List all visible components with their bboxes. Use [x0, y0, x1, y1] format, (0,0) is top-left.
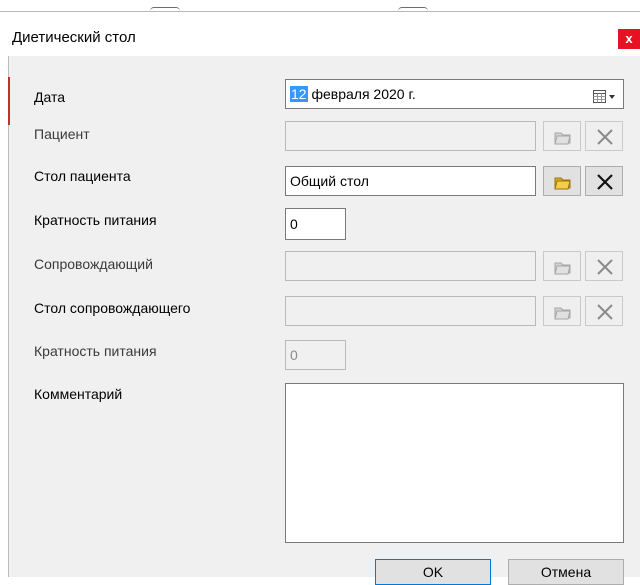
companion-field	[285, 251, 536, 281]
dialog-titlebar: Диетический стол x	[8, 20, 640, 56]
x-clear-icon	[597, 304, 613, 320]
calendar-dropdown-icon[interactable]	[592, 86, 620, 103]
folders-lookup-icon	[554, 262, 571, 275]
date-picker[interactable]: 12 февраля 2020 г.	[285, 79, 624, 109]
dialog-left-border	[8, 56, 9, 577]
comment-textarea[interactable]	[285, 383, 624, 543]
folders-lookup-icon	[554, 307, 571, 320]
companion-meal-frequency-field: 0	[285, 340, 346, 370]
meal-frequency-field[interactable]: 0	[285, 208, 346, 240]
cancel-button[interactable]: Отмена	[508, 559, 624, 585]
companion-meal-frequency-label: Кратность питания	[34, 343, 157, 359]
x-clear-icon	[597, 259, 613, 275]
companion-clear-button	[585, 251, 623, 281]
ok-button[interactable]: OK	[375, 559, 491, 585]
x-clear-icon	[597, 174, 613, 190]
left-edge-marker	[8, 77, 10, 125]
companion-label: Сопровождающий	[34, 256, 153, 272]
date-rest: февраля 2020 г.	[307, 86, 416, 102]
folders-lookup-icon	[554, 177, 571, 190]
background-window-strip	[0, 0, 640, 20]
companion-table-label: Стол сопровождающего	[34, 300, 191, 316]
companion-table-field	[285, 296, 536, 326]
folders-lookup-icon	[554, 132, 571, 145]
comment-label: Комментарий	[34, 386, 123, 402]
meal-frequency-label: Кратность питания	[34, 212, 157, 228]
patient-table-field[interactable]: Общий стол	[285, 166, 536, 196]
patient-table-clear-button[interactable]	[585, 166, 623, 196]
background-line	[0, 11, 640, 12]
date-label: Дата	[34, 89, 66, 105]
dialog-title: Диетический стол	[12, 29, 136, 46]
patient-lookup-button	[543, 121, 581, 151]
patient-table-label: Стол пациента	[34, 168, 131, 184]
patient-table-lookup-button[interactable]	[543, 166, 581, 196]
x-clear-icon	[597, 129, 613, 145]
patient-clear-button	[585, 121, 623, 151]
companion-table-lookup-button	[543, 296, 581, 326]
patient-field	[285, 121, 536, 151]
date-day-selected[interactable]: 12	[290, 86, 308, 102]
companion-lookup-button	[543, 251, 581, 281]
background-tab-edge	[398, 7, 428, 14]
companion-table-clear-button	[585, 296, 623, 326]
close-button[interactable]: x	[618, 29, 640, 49]
patient-label: Пациент	[34, 126, 90, 142]
background-tab-edge	[150, 7, 180, 14]
diet-table-dialog: Диетический стол x Дата 12 февраля 2020 …	[8, 20, 640, 585]
